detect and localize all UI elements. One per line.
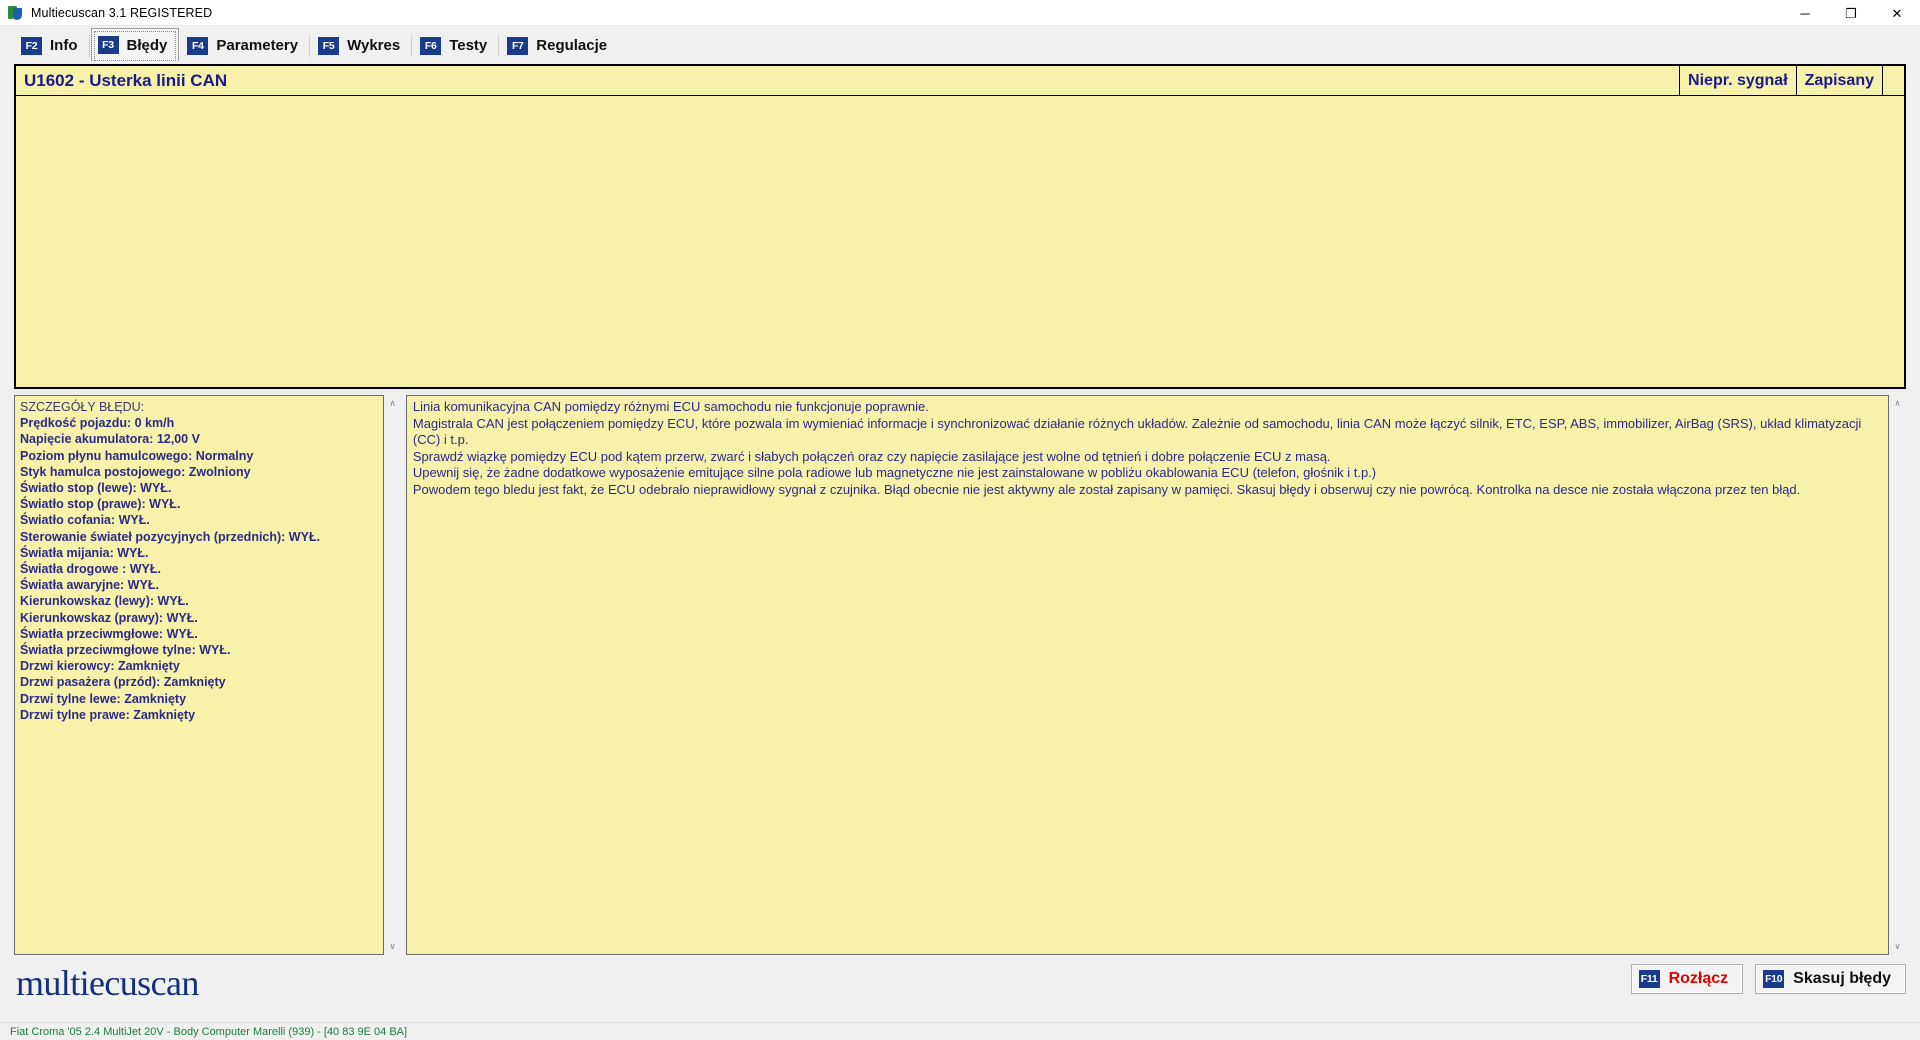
detail-item: Światła drogowe : WYŁ. — [20, 562, 161, 577]
tab-bledy[interactable]: F3 Błędy — [90, 28, 180, 62]
detail-item: Drzwi pasażera (przód): Zamknięty — [20, 675, 226, 690]
description-paragraph: Upewnij się, że żadne dodatkowe wyposaże… — [412, 465, 1377, 480]
detail-item: Światło cofania: WYŁ. — [20, 513, 150, 528]
disconnect-label: Rozłącz — [1668, 970, 1729, 987]
error-status-signal: Niepr. sygnał — [1679, 66, 1796, 95]
description-paragraph: Powodem tego bledu jest fakt, że ECU ode… — [412, 481, 1801, 497]
description-paragraph: Linia komunikacyjna CAN pomiędzy różnymi… — [412, 399, 929, 414]
maximize-button[interactable]: ❐ — [1828, 0, 1874, 26]
detail-item: Poziom płynu hamulcowego: Normalny — [20, 448, 254, 463]
fkey-badge-f11: F11 — [1638, 970, 1660, 988]
description-scrollbar[interactable]: ∧ ∨ — [1889, 395, 1906, 955]
detail-item: Światło stop (lewe): WYŁ. — [20, 481, 172, 496]
detail-item: Światła awaryjne: WYŁ. — [20, 578, 159, 593]
window-title: Multiecuscan 3.1 REGISTERED — [31, 5, 213, 20]
scroll-down-icon[interactable]: ∨ — [384, 938, 401, 955]
tab-label-info: Info — [50, 37, 78, 54]
scroll-up-icon[interactable]: ∧ — [1889, 395, 1906, 412]
tab-regulacje[interactable]: F7 Regulacje — [500, 28, 620, 62]
title-bar: Multiecuscan 3.1 REGISTERED ─ ❐ ✕ — [0, 0, 1920, 26]
tab-label-bledy: Błędy — [126, 36, 168, 54]
detail-item: Styk hamulca postojowego: Zwolniony — [20, 464, 251, 479]
clear-errors-label: Skasuj błędy — [1793, 970, 1891, 987]
detail-item: Drzwi tylne prawe: Zamknięty — [20, 707, 196, 722]
detail-item: Światło stop (prawe): WYŁ. — [20, 497, 181, 512]
close-button[interactable]: ✕ — [1874, 0, 1920, 26]
tab-label-parametery: Parametery — [216, 37, 299, 54]
tab-info[interactable]: F2 Info — [14, 28, 90, 62]
details-scrollbar[interactable]: ∧ ∨ — [384, 395, 401, 955]
detail-item: Napięcie akumulatora: 12,00 V — [20, 432, 200, 447]
fkey-badge-f4: F4 — [187, 36, 209, 55]
tab-label-testy: Testy — [449, 37, 488, 54]
detail-item: Sterowanie świateł pozycyjnych (przednic… — [20, 529, 321, 544]
tab-label-regulacje: Regulacje — [536, 37, 608, 54]
details-heading: SZCZEGÓŁY BŁĘDU: — [20, 400, 145, 414]
clear-errors-button[interactable]: F10 Skasuj błędy — [1755, 964, 1906, 994]
description-scroll-track[interactable] — [1889, 412, 1906, 938]
details-panel-wrap: SZCZEGÓŁY BŁĘDU: Prędkość pojazdu: 0 km/… — [14, 395, 401, 955]
minimize-button[interactable]: ─ — [1782, 0, 1828, 26]
fkey-badge-f10: F10 — [1763, 970, 1785, 988]
error-description-panel: Linia komunikacyjna CAN pomiędzy różnymi… — [405, 395, 1889, 955]
footer-bar: multiecuscan F11 Rozłącz F10 Skasuj błęd… — [0, 958, 1920, 1020]
footer-actions: F11 Rozłącz F10 Skasuj błędy — [1630, 964, 1906, 994]
error-status-stored: Zapisany — [1795, 66, 1882, 95]
scroll-up-icon[interactable]: ∧ — [384, 395, 401, 412]
multiecuscan-logo: multiecuscan — [16, 963, 199, 1003]
description-paragraph: Sprawdź wiązkę pomiędzy ECU pod kątem pr… — [412, 448, 1331, 464]
detail-item: Drzwi tylne lewe: Zamknięty — [20, 691, 187, 706]
detail-item: Kierunkowskaz (prawy): WYŁ. — [20, 610, 198, 625]
lower-split-area: SZCZEGÓŁY BŁĘDU: Prędkość pojazdu: 0 km/… — [14, 395, 1906, 955]
fkey-badge-f5: F5 — [318, 36, 340, 55]
fkey-badge-f6: F6 — [420, 36, 442, 55]
description-panel-wrap: Linia komunikacyjna CAN pomiędzy różnymi… — [405, 395, 1906, 955]
window-controls: ─ ❐ ✕ — [1782, 0, 1920, 26]
scroll-down-icon[interactable]: ∨ — [1889, 938, 1906, 955]
error-list-area: U1602 - Usterka linii CAN Niepr. sygnał … — [14, 64, 1906, 389]
fkey-badge-f2: F2 — [21, 36, 42, 55]
tab-wykres[interactable]: F5 Wykres — [311, 28, 413, 62]
description-paragraph: Magistrala CAN jest połączeniem pomiędzy… — [412, 415, 1862, 448]
detail-item: Prędkość pojazdu: 0 km/h — [20, 416, 175, 431]
error-details-panel: SZCZEGÓŁY BŁĘDU: Prędkość pojazdu: 0 km/… — [14, 395, 384, 955]
detail-item: Światła przeciwmgłowe: WYŁ. — [20, 626, 198, 641]
shield-icon — [8, 5, 24, 21]
status-bar: Fiat Croma '05 2.4 MultiJet 20V - Body C… — [0, 1022, 1920, 1040]
tab-bar: F2 Info F3 Błędy F4 Parametery F5 Wykres… — [0, 26, 1920, 62]
tab-parametery[interactable]: F4 Parametery — [180, 28, 311, 62]
error-row-spacer — [1882, 66, 1904, 95]
error-code-label: U1602 - Usterka linii CAN — [24, 70, 228, 90]
fkey-badge-f7: F7 — [507, 36, 529, 55]
detail-item: Światła mijania: WYŁ. — [20, 545, 149, 560]
error-row[interactable]: U1602 - Usterka linii CAN Niepr. sygnał … — [16, 66, 1904, 96]
status-bar-text: Fiat Croma '05 2.4 MultiJet 20V - Body C… — [10, 1025, 408, 1038]
fkey-badge-f3: F3 — [97, 36, 119, 54]
detail-item: Drzwi kierowcy: Zamknięty — [20, 659, 180, 674]
detail-item: Światła przeciwmgłowe tylne: WYŁ. — [20, 643, 231, 658]
disconnect-button[interactable]: F11 Rozłącz — [1630, 964, 1744, 994]
tab-label-wykres: Wykres — [347, 37, 401, 54]
details-scroll-track[interactable] — [384, 412, 401, 938]
detail-item: Kierunkowskaz (lewy): WYŁ. — [20, 594, 189, 609]
tab-testy[interactable]: F6 Testy — [413, 28, 500, 62]
